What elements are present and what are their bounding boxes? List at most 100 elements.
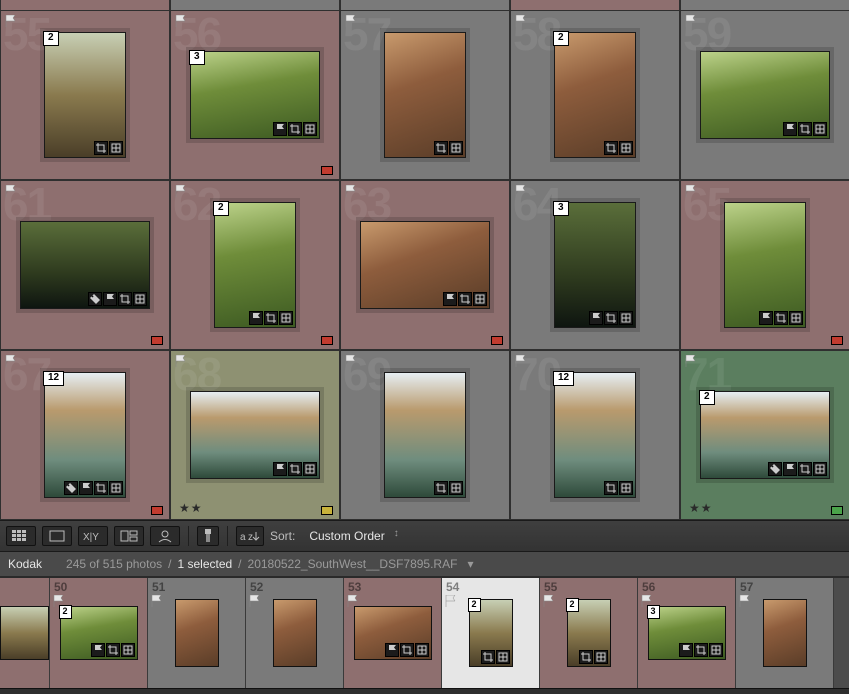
pick-flag-icon[interactable]: [5, 185, 17, 197]
flag-icon[interactable]: [385, 643, 399, 657]
filmstrip-cell[interactable]: 51: [148, 578, 246, 688]
crop-icon[interactable]: [604, 311, 618, 325]
stack-count-badge[interactable]: 3: [553, 201, 569, 216]
photo-thumbnail[interactable]: [700, 51, 830, 139]
filmstrip[interactable]: 50251525354255256357: [0, 576, 849, 688]
stack-count-badge[interactable]: 12: [43, 371, 64, 386]
pick-flag-icon[interactable]: [151, 594, 163, 612]
flag-icon[interactable]: [783, 122, 797, 136]
adjust-icon[interactable]: [109, 481, 123, 495]
flag-icon[interactable]: [273, 462, 287, 476]
grid-cell[interactable]: 63: [341, 181, 509, 349]
crop-icon[interactable]: [264, 311, 278, 325]
stack-count-badge[interactable]: 2: [213, 201, 229, 216]
flag-icon[interactable]: [783, 462, 797, 476]
adjust-icon[interactable]: [449, 481, 463, 495]
stack-count-badge[interactable]: 2: [59, 605, 72, 619]
stack-count-badge[interactable]: 2: [43, 31, 59, 46]
adjust-icon[interactable]: [619, 141, 633, 155]
dropdown-caret-icon[interactable]: ▾: [467, 557, 473, 571]
people-view-button[interactable]: [150, 526, 180, 546]
photo-thumbnail[interactable]: 2: [554, 32, 636, 158]
adjust-icon[interactable]: [303, 462, 317, 476]
crop-icon[interactable]: [288, 122, 302, 136]
tag-icon[interactable]: [768, 462, 782, 476]
pick-flag-icon[interactable]: [249, 594, 261, 612]
thumbnail-grid[interactable]: 5525635758259616226364365671268★★6970127…: [0, 10, 849, 520]
adjust-icon[interactable]: [709, 643, 723, 657]
photo-thumbnail[interactable]: [273, 599, 317, 667]
photo-thumbnail[interactable]: 3: [554, 202, 636, 328]
adjust-icon[interactable]: [789, 311, 803, 325]
crop-icon[interactable]: [106, 643, 120, 657]
photo-thumbnail[interactable]: [724, 202, 806, 328]
crop-icon[interactable]: [604, 141, 618, 155]
crop-icon[interactable]: [400, 643, 414, 657]
pick-flag-icon[interactable]: [175, 185, 187, 197]
stack-count-badge[interactable]: 2: [468, 598, 481, 612]
color-label[interactable]: [321, 506, 333, 515]
filmstrip-cell[interactable]: 552: [540, 578, 638, 688]
filmstrip-cell[interactable]: 563: [638, 578, 736, 688]
stack-count-badge[interactable]: 3: [189, 50, 205, 65]
color-label[interactable]: [831, 506, 843, 515]
grid-cell[interactable]: 643: [511, 181, 679, 349]
adjust-icon[interactable]: [619, 311, 633, 325]
pick-flag-icon[interactable]: [345, 185, 357, 197]
pick-flag-icon[interactable]: [445, 594, 457, 612]
color-label[interactable]: [151, 336, 163, 345]
crop-icon[interactable]: [798, 462, 812, 476]
crop-icon[interactable]: [94, 481, 108, 495]
crop-icon[interactable]: [434, 141, 448, 155]
photo-thumbnail[interactable]: 12: [44, 372, 126, 498]
sort-order-dropdown[interactable]: Custom Order: [301, 526, 400, 546]
crop-icon[interactable]: [288, 462, 302, 476]
tag-icon[interactable]: [64, 481, 78, 495]
pick-flag-icon[interactable]: [685, 15, 697, 27]
painter-button[interactable]: [197, 526, 219, 546]
flag-icon[interactable]: [91, 643, 105, 657]
color-label[interactable]: [321, 336, 333, 345]
adjust-icon[interactable]: [449, 141, 463, 155]
photo-thumbnail[interactable]: 3: [190, 51, 320, 139]
grid-cell[interactable]: 622: [171, 181, 339, 349]
grid-view-button[interactable]: [6, 526, 36, 546]
photo-thumbnail[interactable]: [360, 221, 490, 309]
adjust-icon[interactable]: [279, 311, 293, 325]
crop-icon[interactable]: [579, 650, 593, 664]
photo-thumbnail[interactable]: [190, 391, 320, 479]
filmstrip-cell[interactable]: 502: [50, 578, 148, 688]
photo-thumbnail[interactable]: 2: [700, 391, 830, 479]
status-filename[interactable]: 20180522_SouthWest__DSF7895.RAF: [248, 557, 458, 571]
pick-flag-icon[interactable]: [685, 355, 697, 367]
adjust-icon[interactable]: [133, 292, 147, 306]
status-folder[interactable]: Kodak: [8, 557, 42, 571]
photo-thumbnail[interactable]: [20, 221, 150, 309]
adjust-icon[interactable]: [813, 122, 827, 136]
photo-thumbnail[interactable]: [384, 32, 466, 158]
pick-flag-icon[interactable]: [543, 594, 555, 612]
pick-flag-icon[interactable]: [515, 185, 527, 197]
crop-icon[interactable]: [434, 481, 448, 495]
tag-icon[interactable]: [88, 292, 102, 306]
grid-cell[interactable]: 57: [341, 11, 509, 179]
pick-flag-icon[interactable]: [685, 185, 697, 197]
adjust-icon[interactable]: [473, 292, 487, 306]
flag-icon[interactable]: [249, 311, 263, 325]
crop-icon[interactable]: [481, 650, 495, 664]
stack-count-badge[interactable]: 2: [566, 598, 579, 612]
filmstrip-cell[interactable]: 57: [736, 578, 834, 688]
adjust-icon[interactable]: [121, 643, 135, 657]
color-label[interactable]: [491, 336, 503, 345]
stack-count-badge[interactable]: 12: [553, 371, 574, 386]
pick-flag-icon[interactable]: [5, 355, 17, 367]
grid-cell[interactable]: 65: [681, 181, 849, 349]
pick-flag-icon[interactable]: [175, 15, 187, 27]
flag-icon[interactable]: [103, 292, 117, 306]
crop-icon[interactable]: [694, 643, 708, 657]
photo-thumbnail[interactable]: [0, 606, 49, 660]
sort-direction-button[interactable]: az: [236, 526, 264, 546]
photo-thumbnail[interactable]: 2: [44, 32, 126, 158]
pick-flag-icon[interactable]: [345, 15, 357, 27]
flag-icon[interactable]: [589, 311, 603, 325]
